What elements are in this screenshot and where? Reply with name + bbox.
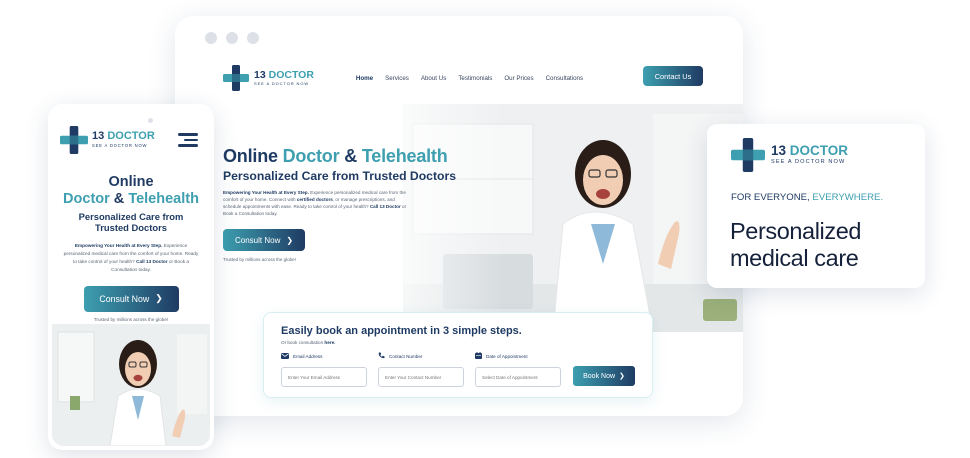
promo-tagline: FOR EVERYONE, EVERYWHERE. bbox=[731, 192, 884, 203]
window-controls bbox=[205, 32, 259, 44]
book-now-button[interactable]: Book Now ❯ bbox=[573, 366, 635, 386]
booking-card: Easily book an appointment in 3 simple s… bbox=[263, 312, 653, 398]
logo-tagline: SEE A DOCTOR NOW bbox=[254, 81, 309, 87]
brand-logo[interactable]: 13 DOCTOR SEE A DOCTOR NOW bbox=[60, 126, 155, 154]
mobile-hero-title-line2: Doctor & Telehealth bbox=[63, 191, 199, 207]
window-dot-icon bbox=[226, 32, 238, 44]
brand-logo[interactable]: 13 DOCTOR SEE A DOCTOR NOW bbox=[223, 65, 314, 91]
promo-card: 13 DOCTOR SEE A DOCTOR NOW FOR EVERYONE,… bbox=[707, 124, 925, 288]
window-dot-icon bbox=[205, 32, 217, 44]
logo-name: 13 DOCTOR bbox=[771, 142, 849, 158]
contact-us-button[interactable]: Contact Us bbox=[643, 66, 703, 86]
site-header: 13 DOCTOR SEE A DOCTOR NOW Home Services… bbox=[223, 64, 703, 92]
trust-line: Trusted by millions across the globe! bbox=[223, 257, 296, 263]
logo-tagline: SEE A DOCTOR NOW bbox=[92, 143, 148, 149]
trust-line: Trusted by millions across the globe! bbox=[93, 316, 169, 322]
appointment-date-label: Date of Appointment bbox=[486, 353, 528, 359]
mobile-hero-description: Empowering Your Health at Every Step. Ex… bbox=[63, 242, 199, 272]
nav-link-testimonials[interactable]: Testimonials bbox=[458, 75, 492, 82]
mobile-hero: Online Doctor & Telehealth Personalized … bbox=[48, 174, 214, 322]
email-input[interactable] bbox=[281, 367, 367, 387]
logo-tagline: SEE A DOCTOR NOW bbox=[771, 159, 846, 166]
desktop-preview-window: 13 DOCTOR SEE A DOCTOR NOW Home Services… bbox=[175, 16, 743, 416]
medical-cross-logo-icon bbox=[60, 126, 88, 154]
logo-name: 13 DOCTOR bbox=[254, 68, 314, 81]
consult-now-button[interactable]: Consult Now ❯ bbox=[223, 229, 305, 252]
appointment-date-field: Date of Appointment bbox=[475, 351, 561, 387]
hero-section: Online Doctor & Telehealth Personalized … bbox=[223, 146, 493, 262]
main-nav: Home Services About Us Testimonials Our … bbox=[356, 75, 583, 82]
chevron-right-icon: ❯ bbox=[286, 235, 294, 245]
contact-number-field: Contact Number bbox=[378, 351, 464, 387]
booking-here-link[interactable]: here. bbox=[324, 340, 335, 345]
nav-link-services[interactable]: Services bbox=[385, 75, 409, 82]
mobile-preview: 13 DOCTOR SEE A DOCTOR NOW Online Doctor… bbox=[48, 104, 214, 450]
hamburger-menu-icon[interactable] bbox=[178, 133, 198, 150]
medical-cross-logo-icon bbox=[731, 138, 765, 172]
contact-number-label: Contact Number bbox=[389, 353, 423, 359]
mail-icon bbox=[281, 352, 289, 360]
hero-description: Empowering Your Health at Every Step. Ex… bbox=[223, 190, 407, 217]
booking-subtitle: Or book consultation here. bbox=[281, 340, 336, 345]
contact-number-input[interactable] bbox=[378, 367, 464, 387]
chevron-right-icon: ❯ bbox=[619, 373, 625, 380]
logo-name: 13 DOCTOR bbox=[92, 130, 155, 143]
consult-now-button[interactable]: Consult Now ❯ bbox=[83, 285, 179, 312]
hero-title: Online Doctor & Telehealth bbox=[223, 146, 448, 166]
mobile-hero-title-line1: Online bbox=[108, 174, 154, 190]
email-field: Email Address bbox=[281, 351, 367, 387]
mobile-hero-subtitle: Personalized Care from Trusted Doctors bbox=[78, 211, 184, 234]
booking-title: Easily book an appointment in 3 simple s… bbox=[281, 325, 522, 337]
nav-link-consultations[interactable]: Consultations bbox=[546, 75, 584, 82]
brand-logo[interactable]: 13 DOCTOR SEE A DOCTOR NOW bbox=[731, 138, 848, 172]
promo-headline: Personalized medical care bbox=[730, 218, 862, 272]
camera-dot-icon bbox=[148, 118, 153, 123]
appointment-date-input[interactable] bbox=[475, 367, 561, 387]
mobile-doctor-photo bbox=[52, 324, 210, 446]
email-label: Email Address bbox=[293, 353, 323, 359]
chevron-right-icon: ❯ bbox=[155, 293, 163, 303]
hero-subtitle: Personalized Care from Trusted Doctors bbox=[223, 169, 456, 183]
nav-link-our-prices[interactable]: Our Prices bbox=[504, 75, 533, 82]
phone-icon bbox=[378, 352, 385, 360]
medical-cross-logo-icon bbox=[223, 65, 249, 91]
calendar-icon bbox=[475, 352, 482, 360]
window-dot-icon bbox=[247, 32, 259, 44]
nav-link-about-us[interactable]: About Us bbox=[421, 75, 446, 82]
nav-link-home[interactable]: Home bbox=[356, 75, 373, 82]
